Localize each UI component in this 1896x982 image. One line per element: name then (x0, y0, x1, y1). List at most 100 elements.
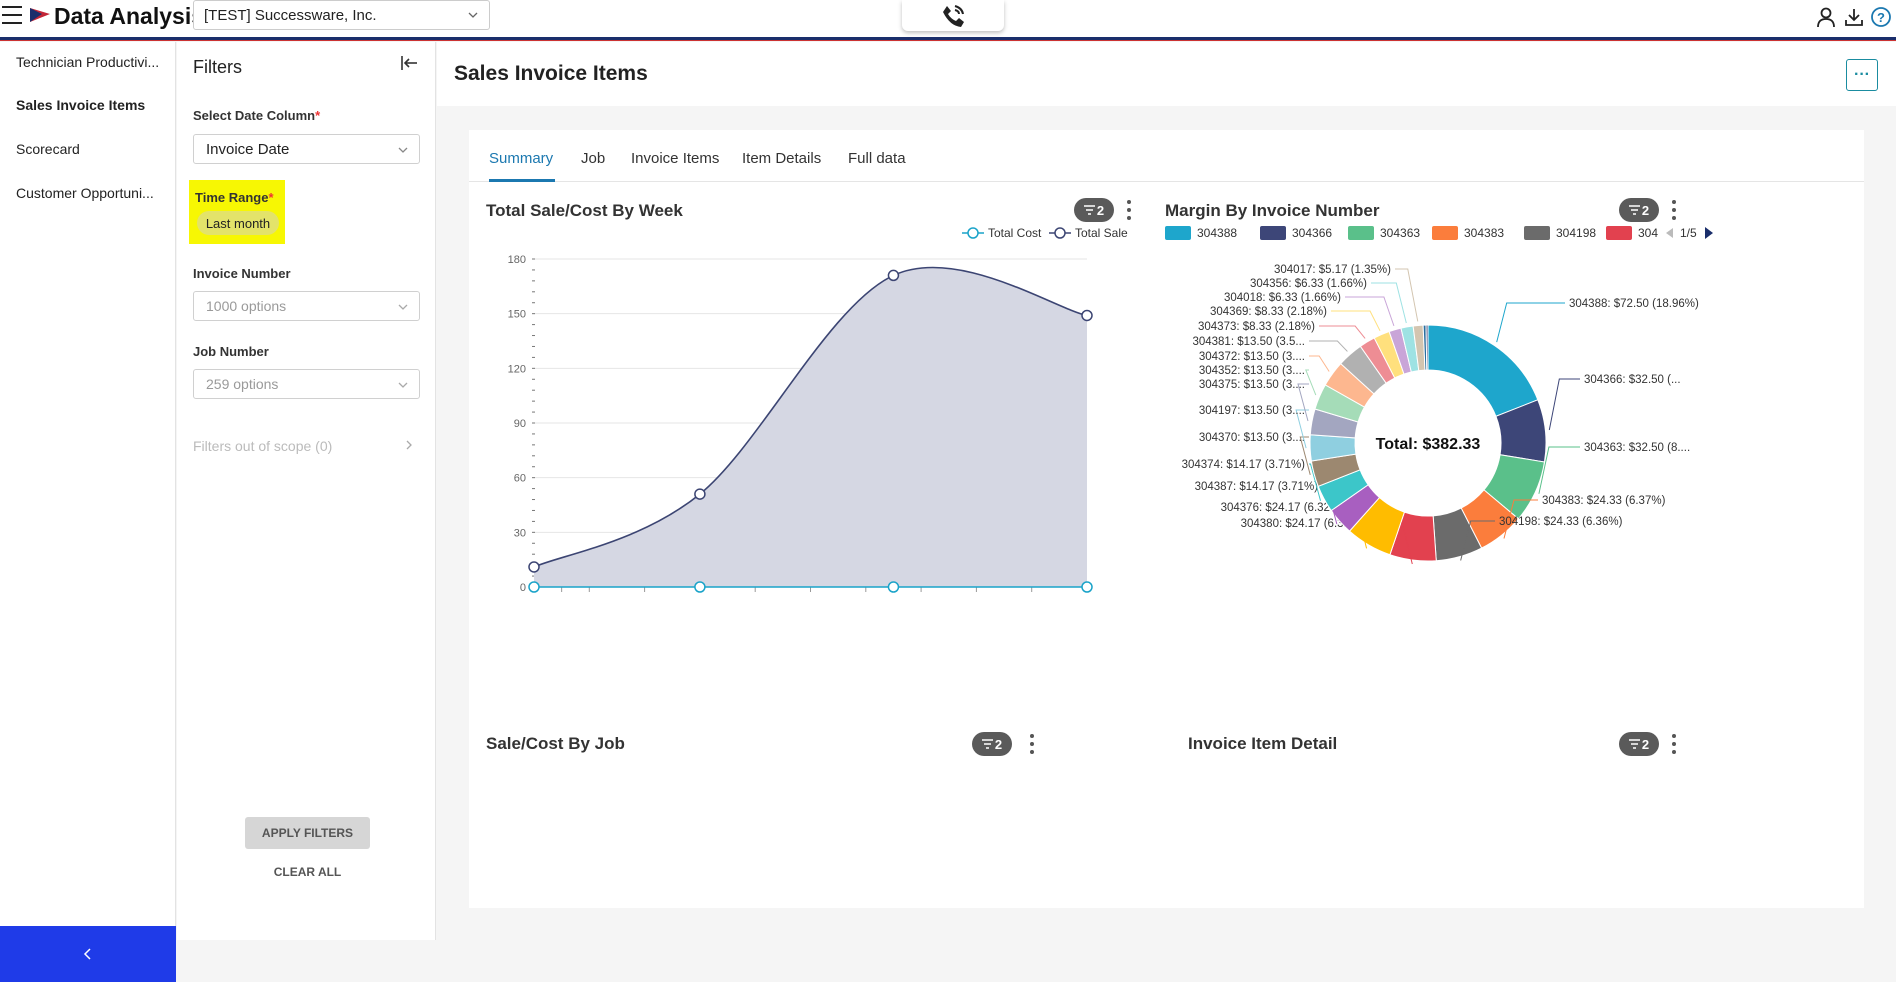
pie-slice-label: 304375: $13.50 (3.... (1199, 379, 1305, 391)
time-range-label: Time Range* (195, 190, 274, 205)
total-cost-point (528, 581, 540, 593)
date-column-select[interactable]: Invoice Date (193, 134, 420, 164)
pie-label-leader (1395, 268, 1419, 322)
collapse-nav-button[interactable] (0, 926, 176, 982)
invoice-number-placeholder: 1000 options (206, 298, 287, 314)
time-range-chip[interactable]: Last month (197, 211, 279, 235)
pie-slice-label: 304198: $24.33 (6.36%) (1499, 516, 1623, 528)
total-sale-point (694, 488, 706, 500)
company-select[interactable]: [TEST] Successware, Inc. (193, 0, 490, 30)
y-tick-label: 150 (508, 309, 526, 321)
help-icon[interactable]: ? (1870, 6, 1892, 28)
legend-swatch (1260, 226, 1286, 240)
pie-slice-label: 304376: $24.17 (6.32%) (1221, 502, 1345, 514)
nav-item-sales-invoice-items[interactable]: Sales Invoice Items (16, 97, 161, 113)
pie-slice-label: 304197: $13.50 (3.... (1199, 405, 1305, 417)
invoice-number-label: Invoice Number (193, 266, 291, 281)
legend-next-icon (1705, 227, 1713, 239)
time-range-filter: Time Range* Last month (189, 180, 285, 244)
legend-label: 304363 (1380, 226, 1420, 240)
x-tick-label: Jul (554, 594, 570, 595)
filter-icon (1083, 205, 1095, 215)
chevron-left-icon (83, 948, 91, 960)
y-tick-label: 120 (508, 363, 526, 375)
invoice-number-select[interactable]: 1000 options (193, 291, 420, 321)
date-column-value: Invoice Date (206, 141, 290, 158)
margin-menu-icon[interactable] (1669, 200, 1679, 220)
filters-title: Filters (193, 57, 242, 77)
sale-cost-filter-badge[interactable]: 2 (1074, 198, 1114, 222)
x-tick-label: 19 (1026, 594, 1038, 595)
sale-cost-job-filter-badge[interactable]: 2 (972, 732, 1012, 756)
total-sale-point (1081, 309, 1093, 322)
filter-icon (1628, 205, 1640, 215)
x-tick-label: 15 (915, 594, 927, 595)
left-nav: Technician Productivi... Sales Invoice I… (0, 42, 176, 982)
total-sale-point (528, 561, 540, 573)
legend-label: 304388 (1197, 226, 1237, 240)
page-title: Sales Invoice Items (454, 62, 648, 85)
job-number-placeholder: 259 options (206, 376, 279, 392)
job-number-label: Job Number (193, 344, 269, 359)
pie-slice-label: 304366: $32.50 (... (1584, 374, 1681, 386)
collapse-filters-icon[interactable] (399, 54, 419, 72)
pie-label-leader (1331, 310, 1381, 332)
svg-text:?: ? (1877, 10, 1885, 25)
filters-out-of-scope[interactable]: Filters out of scope (0) (193, 438, 420, 454)
pie-center-label: Total: $382.33 (1376, 436, 1481, 453)
y-tick-label: 30 (514, 527, 526, 539)
tab-bar: Summary Job Invoice Items Item Details F… (469, 130, 1864, 182)
tab-job[interactable]: Job (581, 150, 605, 167)
sale-cost-menu-icon[interactable] (1124, 200, 1134, 220)
tab-invoice-items[interactable]: Invoice Items (631, 150, 719, 167)
nav-item-scorecard[interactable]: Scorecard (16, 141, 161, 157)
tab-item-details[interactable]: Item Details (742, 150, 821, 167)
tab-summary[interactable]: Summary (489, 150, 553, 167)
legend-page-label: 1/5 (1680, 226, 1697, 240)
top-bar: Data Analysis [TEST] Successware, Inc. ? (0, 0, 1896, 37)
nav-item-customer-opportunities[interactable]: Customer Opportuni... (16, 185, 161, 201)
legend-label: 304 (1638, 226, 1658, 240)
main-content: Sales Invoice Items ··· Summary Job Invo… (437, 42, 1896, 940)
brand-logo-icon (30, 8, 50, 22)
company-name: [TEST] Successware, Inc. (204, 7, 377, 24)
legend-label: 304198 (1556, 226, 1596, 240)
more-options-button[interactable]: ··· (1846, 59, 1878, 91)
hamburger-menu-icon[interactable] (2, 6, 22, 24)
tab-full-data[interactable]: Full data (848, 150, 906, 167)
pie-label-leader (1548, 378, 1580, 431)
legend-label: Total Cost (988, 226, 1042, 240)
legend-swatch (1432, 226, 1458, 240)
invoice-item-detail-filter-badge[interactable]: 2 (1619, 732, 1659, 756)
filters-panel: Filters Select Date Column* Invoice Date… (177, 42, 436, 940)
pie-slice (1427, 324, 1539, 417)
download-icon[interactable] (1843, 6, 1865, 28)
out-of-scope-label: Filters out of scope (0) (193, 438, 333, 454)
chevron-right-icon (406, 440, 412, 450)
filter-icon (1628, 739, 1640, 749)
pie-slice-label: 304372: $13.50 (3.... (1199, 351, 1305, 363)
invoice-item-detail-menu-icon[interactable] (1669, 734, 1679, 754)
pie-slice-label: 304370: $13.50 (3.... (1199, 432, 1305, 444)
nav-item-technician-productivity[interactable]: Technician Productivi... (16, 54, 161, 70)
pie-slice-label: 304017: $5.17 (1.35%) (1274, 264, 1391, 276)
pie-label-leader (1496, 302, 1565, 343)
job-number-select[interactable]: 259 options (193, 369, 420, 399)
sale-cost-job-menu-icon[interactable] (1027, 734, 1037, 754)
total-cost-point (887, 581, 900, 593)
clear-all-button[interactable]: CLEAR ALL (245, 860, 370, 884)
pie-slice-label: 304352: $13.50 (3.... (1199, 365, 1305, 377)
pie-slice-label: 304018: $6.33 (1.66%) (1224, 292, 1341, 304)
pie-slice-label: 304363: $32.50 (8.... (1584, 442, 1690, 454)
app-title: Data Analysis (54, 3, 204, 29)
user-icon[interactable] (1815, 6, 1837, 28)
invoice-item-detail-title: Invoice Item Detail (1188, 734, 1338, 753)
phone-button[interactable] (902, 0, 1004, 31)
margin-filter-badge[interactable]: 2 (1619, 198, 1659, 222)
filter-icon (981, 739, 993, 749)
apply-filters-button[interactable]: APPLY FILTERS (245, 817, 370, 849)
date-column-label: Select Date Column* (193, 108, 321, 123)
x-tick-label: 13 (860, 594, 872, 595)
legend-swatch (1524, 226, 1550, 240)
pie-label-leader (1305, 369, 1317, 396)
